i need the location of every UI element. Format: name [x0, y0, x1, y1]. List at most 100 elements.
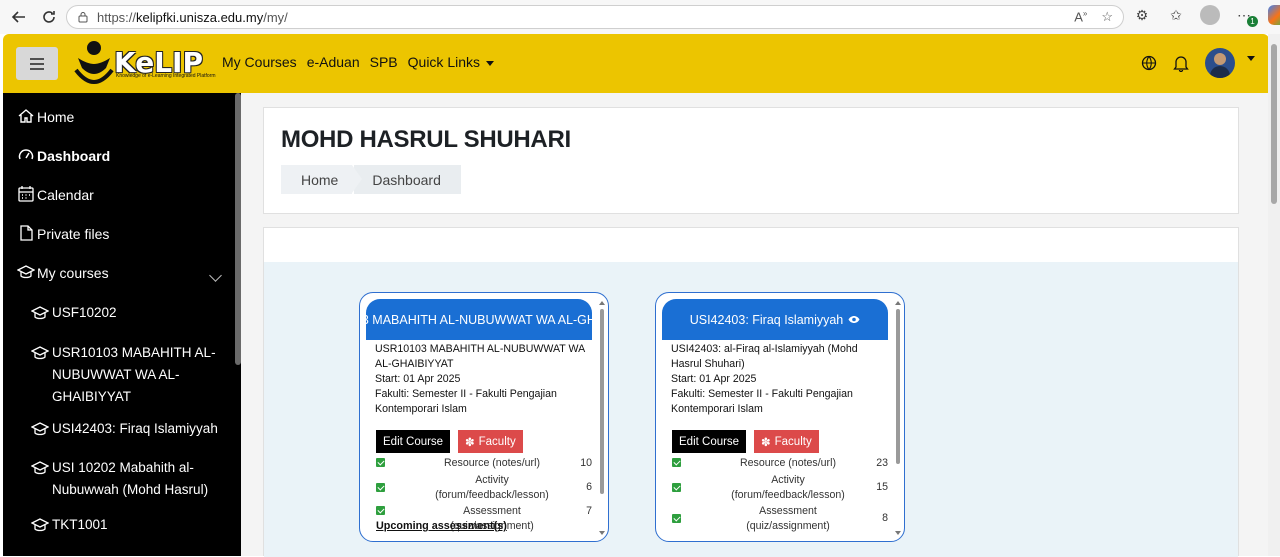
logo-figure-icon — [74, 41, 114, 85]
address-bar[interactable]: https://kelipfki.unisza.edu.my/my/ A» ☆ — [66, 5, 1124, 29]
faculty-button[interactable]: ✽ Faculty — [754, 430, 819, 453]
course-label: USF10202 — [52, 305, 117, 320]
course-faculty: Fakulti: Semester II - Fakulti Pengajian… — [375, 388, 557, 415]
stat-activity: Activity (forum/feedback/lesson) 6 — [376, 473, 592, 503]
graduation-cap-icon — [31, 518, 49, 532]
course-card-description: USR10103 MABAHITH AL-NUBUWWAT WA AL-GHAI… — [375, 342, 590, 417]
card-scrollbar[interactable] — [599, 301, 605, 535]
browser-profile-icon[interactable] — [1200, 5, 1220, 25]
course-cards-area: USR10103 MABAHITH AL-NUBUWWAT WA AL-GHAI… — [264, 262, 1238, 557]
sidebar-item-label: Calendar — [37, 187, 94, 203]
edit-course-button[interactable]: Edit Course — [672, 430, 747, 453]
stat-label: Activity (forum/feedback/lesson) — [731, 474, 845, 501]
home-icon — [18, 109, 34, 123]
stat-label: Resource (notes/url) — [444, 457, 540, 469]
chevron-down-icon[interactable] — [209, 269, 222, 282]
user-avatar[interactable] — [1205, 48, 1235, 78]
favorite-star-icon[interactable]: ☆ — [1101, 9, 1113, 25]
sidebar-course-item[interactable]: USR10103 MABAHITH AL-NUBUWWAT WA AL-GHAI… — [31, 342, 221, 408]
graduation-cap-icon — [31, 346, 49, 360]
stat-label: Activity (forum/feedback/lesson) — [435, 474, 549, 501]
main-content: MOHD HASRUL SHUHARI Home Dashboard USR10… — [241, 93, 1269, 557]
read-aloud-icon[interactable]: A» — [1074, 9, 1087, 25]
dashboard-icon — [18, 149, 34, 160]
sidebar: Home Dashboard Calendar Private files My… — [3, 93, 241, 556]
sidebar-course-item[interactable]: USF10202 — [31, 302, 221, 324]
card-scrollbar[interactable] — [895, 301, 901, 535]
checkbox-icon — [376, 458, 385, 467]
sidebar-item-private-files[interactable]: Private files — [17, 224, 109, 244]
course-card: USI42403: Firaq Islamiyyah USI42403: al-… — [655, 292, 905, 542]
user-menu-caret-icon[interactable] — [1247, 55, 1255, 61]
course-full-name: USI42403: al-Firaq al-Islamiyyah (Mohd H… — [671, 343, 858, 370]
stat-value: 15 — [876, 481, 888, 493]
stat-activity: Activity (forum/feedback/lesson) 15 — [672, 473, 888, 503]
reload-icon[interactable] — [38, 6, 60, 28]
eye-icon — [848, 313, 860, 327]
lock-icon — [78, 12, 88, 23]
more-menu-icon[interactable]: ⋯ 1 — [1234, 5, 1258, 27]
sidebar-course-item[interactable]: USI 10202 Mabahith al-Nubuwwah (Mohd Has… — [31, 457, 221, 501]
page-scrollbar[interactable] — [1268, 34, 1280, 556]
sidebar-item-dashboard[interactable]: Dashboard — [17, 146, 110, 166]
checkbox-icon — [672, 458, 681, 467]
logo-subtitle: Knowledge of e-Learning Integrated Platf… — [116, 73, 216, 79]
sidebar-course-item[interactable]: TKT1001 — [31, 514, 221, 536]
course-label: USI42403: Firaq Islamiyyah — [52, 421, 218, 436]
stat-value: 10 — [580, 457, 592, 469]
browser-toolbar: https://kelipfki.unisza.edu.my/my/ A» ☆ … — [0, 0, 1280, 34]
stat-value: 23 — [876, 457, 888, 469]
sidebar-item-label: My courses — [37, 265, 109, 281]
course-label: USI 10202 Mabahith al-Nubuwwah (Mohd Has… — [52, 460, 209, 497]
nav-my-courses[interactable]: My Courses — [222, 54, 297, 70]
sidebar-course-item[interactable]: USI42403: Firaq Islamiyyah — [31, 418, 221, 440]
bell-icon[interactable] — [1173, 55, 1189, 72]
course-card-title-text: USR10103 MABAHITH AL-NUBUWWAT WA AL-GHAI… — [366, 312, 592, 327]
sidebar-item-calendar[interactable]: Calendar — [17, 185, 94, 205]
course-card-title[interactable]: USR10103 MABAHITH AL-NUBUWWAT WA AL-GHAI… — [366, 299, 592, 340]
sidebar-item-home[interactable]: Home — [17, 107, 74, 127]
site-logo[interactable]: KeLIP Knowledge of e-Learning Integrated… — [74, 39, 216, 87]
favorites-icon[interactable]: ✩ — [1166, 5, 1186, 25]
checkbox-icon — [376, 506, 385, 515]
faculty-button[interactable]: ✽ Faculty — [458, 430, 523, 453]
globe-icon[interactable] — [1141, 55, 1157, 71]
stat-assessment: Assessment (quiz/assignment) 8 — [672, 504, 888, 534]
course-card-title-text: USI42403: Firaq Islamiyyah — [689, 312, 844, 327]
course-card: USR10103 MABAHITH AL-NUBUWWAT WA AL-GHAI… — [359, 292, 609, 542]
breadcrumb-home[interactable]: Home — [281, 165, 363, 194]
course-label: TKT1001 — [52, 517, 108, 532]
sidebar-item-my-courses[interactable]: My courses — [17, 263, 109, 283]
sidebar-item-label: Dashboard — [37, 148, 111, 164]
page-title: MOHD HASRUL SHUHARI — [281, 126, 571, 153]
copilot-icon[interactable] — [1268, 5, 1280, 25]
breadcrumb-dashboard[interactable]: Dashboard — [354, 165, 461, 194]
stat-value: 6 — [586, 481, 592, 493]
nav-spb[interactable]: SPB — [370, 54, 398, 70]
course-card-title[interactable]: USI42403: Firaq Islamiyyah — [662, 299, 888, 340]
course-overview-block: USR10103 MABAHITH AL-NUBUWWAT WA AL-GHAI… — [263, 227, 1239, 557]
extensions-icon[interactable]: ⚙ — [1132, 5, 1152, 25]
upcoming-assessments[interactable]: Upcoming assessment(s) — [376, 520, 507, 532]
url-text: https://kelipfki.unisza.edu.my/my/ — [97, 9, 288, 25]
course-full-name: USR10103 MABAHITH AL-NUBUWWAT WA AL-GHAI… — [375, 343, 585, 370]
checkbox-icon — [672, 483, 681, 492]
caret-down-icon — [486, 60, 494, 66]
faculty-button-label: Faculty — [774, 435, 812, 448]
nav-quick-links[interactable]: Quick Links — [408, 54, 494, 70]
page-header: MOHD HASRUL SHUHARI Home Dashboard — [263, 107, 1239, 214]
gear-icon: ✽ — [465, 436, 475, 449]
course-start-date: Start: 01 Apr 2025 — [375, 373, 461, 385]
edit-course-button[interactable]: Edit Course — [376, 430, 451, 453]
graduation-cap-icon — [31, 422, 49, 436]
notification-badge: 1 — [1247, 16, 1258, 27]
sidebar-item-label: Private files — [37, 226, 110, 242]
back-icon[interactable] — [8, 6, 30, 28]
calendar-icon — [18, 186, 34, 202]
stat-label: Resource (notes/url) — [740, 457, 836, 469]
stat-value: 8 — [882, 512, 888, 524]
nav-e-aduan[interactable]: e-Aduan — [307, 54, 360, 70]
menu-toggle-button[interactable] — [16, 47, 58, 80]
graduation-cap-icon — [31, 306, 49, 320]
hamburger-icon — [30, 57, 44, 70]
